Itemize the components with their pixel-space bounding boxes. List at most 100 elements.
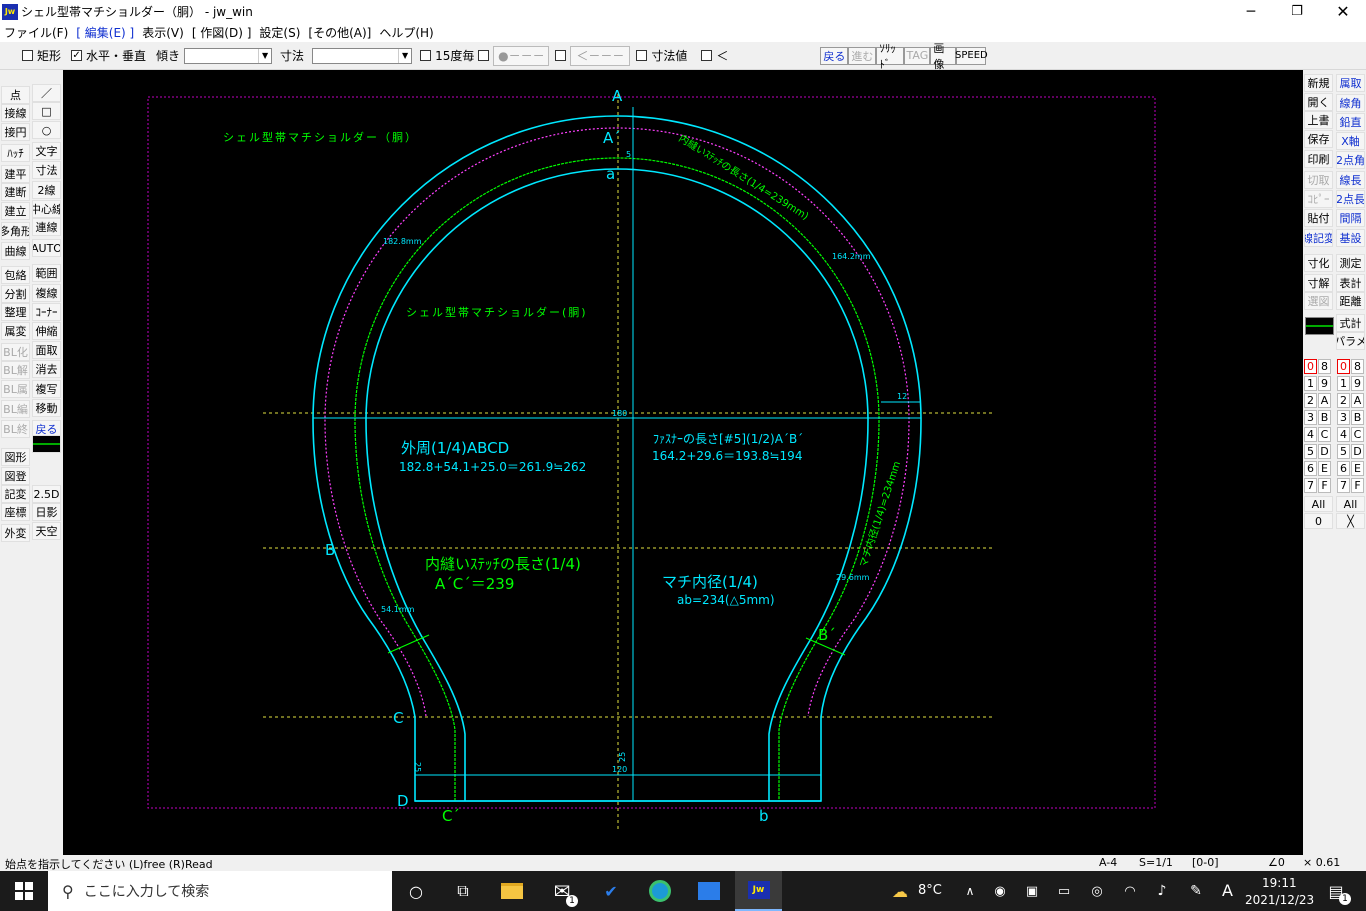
left-tool2-8[interactable]: AUTO [32, 239, 61, 257]
jw-cad-taskbar-button[interactable]: Jw [735, 871, 782, 911]
hv-checkbox[interactable]: ✓ [71, 50, 83, 61]
layer-ctrl-0[interactable]: All [1304, 496, 1333, 512]
left-tool2-7[interactable]: 連線 [32, 218, 61, 236]
menu-edit[interactable]: [ 編集(E) ] [76, 24, 134, 41]
left-tool-15[interactable]: BL属 [1, 380, 30, 398]
layer-col1-5[interactable]: 5 [1337, 444, 1350, 459]
menu-help[interactable]: ヘルプ(H) [379, 24, 433, 41]
left-tool-11[interactable]: 整理 [1, 303, 30, 321]
layer-group-col2-1[interactable]: 9 [1318, 376, 1331, 391]
dimval-checkbox[interactable] [636, 50, 648, 61]
lt-checkbox[interactable] [701, 50, 713, 61]
layer-col2-7[interactable]: F [1351, 478, 1364, 493]
layer-group-col2-5[interactable]: D [1318, 444, 1331, 459]
drawing-canvas[interactable]: シェル型帯マチショルダー（胴） シェル型帯マチショルダー(胴) 内縫いｽﾃｯﾁの… [63, 70, 1303, 855]
right-tool-8[interactable]: 線記変 [1304, 229, 1333, 247]
left-tool2-1[interactable]: □ [32, 102, 61, 120]
right-tool-11[interactable]: 寸解 [1304, 274, 1333, 292]
right-tool2-0[interactable]: 属取 [1336, 74, 1365, 92]
line-type-swatch[interactable] [32, 435, 61, 453]
right-tool2-7[interactable]: 間隔 [1336, 209, 1365, 227]
windows-start-button[interactable] [12, 879, 36, 903]
search-box[interactable]: ⚲ ここに入力して検索 [48, 871, 392, 911]
menu-file[interactable]: ファイル(F) [4, 24, 68, 41]
right-tool2-11[interactable]: 表計 [1336, 274, 1365, 292]
restore-button[interactable]: ❐ [1274, 0, 1320, 23]
layer-ctrl-2[interactable]: 0 [1304, 513, 1333, 529]
menu-settings[interactable]: 設定(S) [259, 24, 300, 41]
temperature[interactable]: 8°C [918, 883, 942, 898]
left-tool-14[interactable]: BL解 [1, 361, 30, 379]
layer-group-col2-4[interactable]: C [1318, 427, 1331, 442]
todo-icon[interactable]: ✔ [599, 879, 623, 903]
left-tool-9[interactable]: 包絡 [1, 266, 30, 284]
left-tool-4[interactable]: 建平 [1, 165, 30, 183]
layer-group-col2-2[interactable]: A [1318, 393, 1331, 408]
status-layer[interactable]: [0-0] [1192, 856, 1219, 869]
layer-col1-7[interactable]: 7 [1337, 478, 1350, 493]
layer-group-col1-7[interactable]: 7 [1304, 478, 1317, 493]
left-tool2-6[interactable]: 中心線 [32, 200, 61, 218]
right-tool2-5[interactable]: 線長 [1336, 171, 1365, 189]
cortana-icon[interactable]: ○ [404, 879, 428, 903]
left-tool2-21[interactable]: 天空 [32, 522, 61, 540]
left-tool-21[interactable]: 座標 [1, 503, 30, 521]
layer-group-col1-1[interactable]: 1 [1304, 376, 1317, 391]
layer-group-col2-0[interactable]: 8 [1318, 359, 1331, 374]
deg15-checkbox[interactable] [420, 50, 432, 61]
layer-col1-0[interactable]: 0 [1337, 359, 1350, 374]
right-tool2-4[interactable]: 2点角 [1336, 151, 1365, 169]
battery-icon[interactable]: ▭ [1052, 879, 1076, 903]
left-tool2-9[interactable]: 範囲 [32, 264, 61, 282]
close-button[interactable]: ✕ [1320, 0, 1366, 23]
arrow-style-button[interactable]: ＜－－－ [570, 45, 631, 66]
right-tool2-8[interactable]: 基設 [1336, 229, 1365, 247]
left-tool-13[interactable]: BL化 [1, 343, 30, 361]
left-tool2-13[interactable]: 面取 [32, 341, 61, 359]
right-tool-4[interactable]: 印刷 [1304, 150, 1333, 168]
left-tool2-11[interactable]: ｺｰﾅｰ [32, 303, 61, 321]
left-tool-6[interactable]: 建立 [1, 202, 30, 220]
clock-date[interactable]: 2021/12/23 [1245, 893, 1314, 907]
menu-view[interactable]: 表示(V) [142, 24, 184, 41]
left-tool-12[interactable]: 属変 [1, 322, 30, 340]
left-tool-1[interactable]: 接線 [1, 104, 30, 122]
left-tool2-4[interactable]: 寸法 [32, 161, 61, 179]
solid-button[interactable]: ｿﾘｯﾄﾞ [876, 42, 905, 71]
left-tool2-12[interactable]: 伸縮 [32, 322, 61, 340]
layer-col1-4[interactable]: 4 [1337, 427, 1350, 442]
right-tool2-10[interactable]: 測定 [1336, 254, 1365, 272]
speaker-icon[interactable]: ♪ [1150, 879, 1174, 903]
right-tool2-14[interactable]: 式計 [1336, 314, 1365, 332]
arrow-checkbox[interactable] [555, 50, 567, 61]
right-tool-2[interactable]: 上書 [1304, 111, 1333, 129]
dim-combo[interactable]: ▼ [312, 47, 413, 64]
layer-group-col1-0[interactable]: 0 [1304, 359, 1317, 374]
left-tool2-14[interactable]: 消去 [32, 360, 61, 378]
right-tool2-12[interactable]: 距離 [1336, 292, 1365, 310]
task-view-icon[interactable]: ⧉ [451, 879, 475, 903]
left-tool-2[interactable]: 接円 [1, 123, 30, 141]
speed-button[interactable]: SPEED [955, 46, 988, 65]
layer-group-col1-4[interactable]: 4 [1304, 427, 1317, 442]
back-button[interactable]: 戻る [820, 46, 849, 65]
left-tool-8[interactable]: 曲線 [1, 242, 30, 260]
line-color-swatch[interactable] [1305, 317, 1334, 335]
layer-col2-3[interactable]: B [1351, 410, 1364, 425]
clock-time[interactable]: 19:11 [1262, 876, 1297, 890]
right-tool-12[interactable]: 選図 [1304, 292, 1333, 310]
layer-ctrl-3[interactable]: ╳ [1336, 513, 1365, 529]
line-style-checkbox[interactable] [478, 50, 490, 61]
layer-col1-1[interactable]: 1 [1337, 376, 1350, 391]
ime-indicator[interactable]: A [1222, 881, 1233, 900]
right-tool2-3[interactable]: X軸 [1336, 132, 1365, 150]
notification-icon[interactable]: ▤ 1 [1324, 879, 1351, 905]
status-scale[interactable]: S=1/1 [1139, 856, 1173, 869]
display-icon[interactable]: ▣ [1020, 879, 1044, 903]
left-tool-18[interactable]: 図形 [1, 448, 30, 466]
layer-col2-1[interactable]: 9 [1351, 376, 1364, 391]
left-tool-7[interactable]: 多角形 [1, 222, 30, 240]
meet-icon[interactable]: ◎ [1085, 879, 1109, 903]
right-tool-1[interactable]: 開く [1304, 93, 1333, 111]
edge-icon[interactable] [648, 879, 672, 903]
